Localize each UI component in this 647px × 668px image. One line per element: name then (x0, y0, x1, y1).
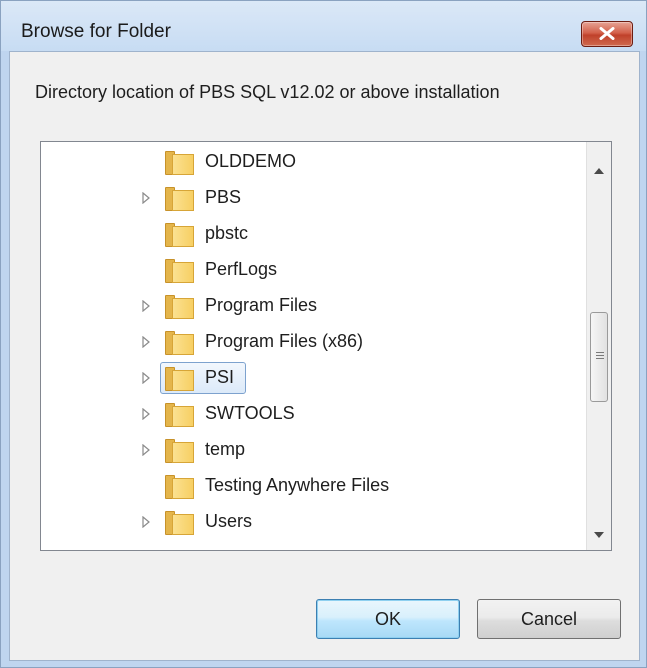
folder-icon (165, 151, 194, 175)
expand-arrow-icon[interactable] (140, 516, 152, 528)
vertical-scrollbar[interactable] (586, 142, 611, 550)
expand-arrow-icon[interactable] (140, 336, 152, 348)
tree-item-label: Testing Anywhere Files (205, 475, 390, 495)
tree-item[interactable]: Testing Anywhere Files (41, 468, 581, 504)
tree-item-label: PerfLogs (205, 259, 278, 279)
tree-item-label: SWTOOLS (205, 403, 295, 423)
dialog-body: Directory location of PBS SQL v12.02 or … (9, 51, 640, 661)
browse-for-folder-dialog: Browse for Folder Directory location of … (0, 0, 647, 668)
tree-item[interactable]: Users (41, 504, 581, 540)
tree-item-label: PBS (205, 187, 242, 207)
folder-icon (165, 439, 194, 463)
tree-item-label: PSI (205, 367, 235, 387)
folder-icon (165, 223, 194, 247)
tree-item-label: pbstc (205, 223, 249, 243)
ok-button[interactable]: OK (316, 599, 460, 639)
folder-icon (165, 259, 194, 283)
folder-icon (165, 331, 194, 355)
folder-icon (165, 295, 194, 319)
tree-item-label: temp (205, 439, 246, 459)
tree-item-label: Program Files (x86) (205, 331, 364, 351)
description-text: Directory location of PBS SQL v12.02 or … (35, 82, 500, 102)
expand-arrow-icon[interactable] (140, 372, 152, 384)
folder-tree[interactable]: OLDDEMO PBS pbstc PerfLogs Program Files Prog… (40, 141, 612, 551)
close-x-icon (599, 27, 615, 40)
folder-icon (165, 511, 194, 535)
tree-item-label: Program Files (205, 295, 318, 315)
window-title: Browse for Folder (21, 21, 171, 42)
tree-item-label: Users (205, 511, 253, 531)
tree-item[interactable]: Program Files (x86) (41, 324, 581, 360)
tree-item[interactable]: PBS (41, 180, 581, 216)
tree-item[interactable]: SWTOOLS (41, 396, 581, 432)
expand-arrow-icon[interactable] (140, 192, 152, 204)
folder-icon (165, 187, 194, 211)
expand-arrow-icon[interactable] (140, 300, 152, 312)
grip-icon (596, 352, 604, 361)
tree-item[interactable]: PerfLogs (41, 252, 581, 288)
scrollbar-thumb[interactable] (590, 312, 608, 402)
scroll-up-arrow-icon[interactable] (594, 168, 604, 174)
tree-item[interactable]: OLDDEMO (41, 144, 581, 180)
close-button[interactable] (581, 21, 633, 47)
tree-item[interactable]: pbstc (41, 216, 581, 252)
title-bar[interactable]: Browse for Folder (1, 1, 646, 51)
cancel-button[interactable]: Cancel (477, 599, 621, 639)
expand-arrow-icon[interactable] (140, 408, 152, 420)
tree-item-label: OLDDEMO (205, 151, 297, 171)
scroll-down-arrow-icon[interactable] (594, 532, 604, 538)
tree-item[interactable]: PSI (41, 360, 581, 396)
tree-item[interactable]: Program Files (41, 288, 581, 324)
folder-icon (165, 403, 194, 427)
tree-item[interactable]: temp (41, 432, 581, 468)
folder-icon (165, 367, 194, 391)
folder-icon (165, 475, 194, 499)
expand-arrow-icon[interactable] (140, 444, 152, 456)
